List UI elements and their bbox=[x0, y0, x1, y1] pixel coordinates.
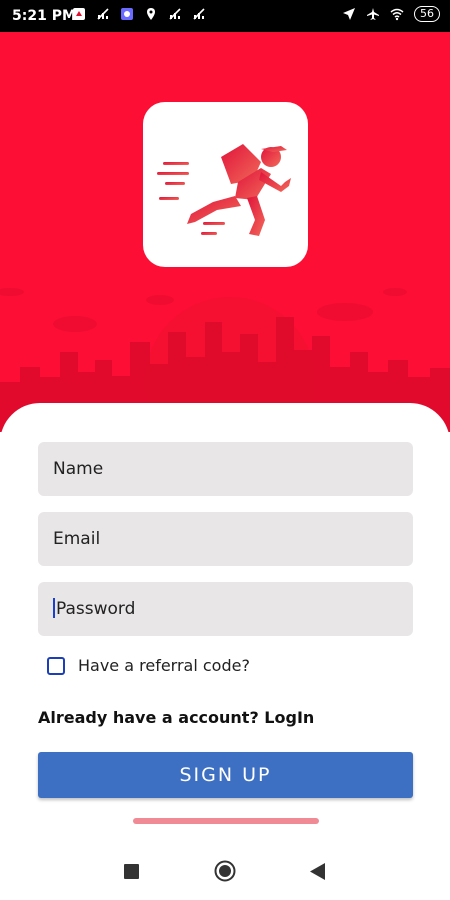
referral-label: Have a referral code? bbox=[78, 656, 250, 675]
battery-icon: 56 bbox=[414, 6, 440, 22]
home-circle-icon[interactable] bbox=[214, 860, 236, 882]
hero-banner bbox=[0, 32, 450, 432]
app-logo-card bbox=[143, 102, 308, 267]
status-bar: 5:21 PM 56 bbox=[0, 0, 450, 32]
location-arrow-icon bbox=[343, 8, 355, 20]
email-field[interactable]: Email bbox=[38, 512, 413, 566]
home-indicator bbox=[133, 818, 319, 824]
airplane-icon bbox=[367, 8, 379, 20]
text-cursor bbox=[53, 598, 55, 618]
app-badge-icon bbox=[121, 8, 133, 20]
status-time: 5:21 PM bbox=[12, 8, 76, 24]
signup-button[interactable]: SIGN UP bbox=[38, 752, 413, 798]
status-system-icons: 56 bbox=[342, 6, 440, 22]
wifi-icon bbox=[390, 8, 404, 21]
back-triangle-icon[interactable] bbox=[310, 863, 325, 880]
sim-no-signal-icon bbox=[169, 8, 181, 20]
navigation-bar bbox=[0, 840, 450, 900]
login-link[interactable]: Already have a account? LogIn bbox=[38, 708, 314, 727]
referral-checkbox[interactable] bbox=[47, 656, 65, 675]
sim-no-signal-icon bbox=[193, 8, 205, 20]
status-notification-icons bbox=[72, 7, 206, 21]
location-app-icon bbox=[147, 8, 155, 20]
name-field[interactable]: Name bbox=[38, 442, 413, 496]
password-placeholder: Password bbox=[56, 599, 136, 619]
sim-no-signal-icon bbox=[97, 8, 109, 20]
referral-checkbox-row[interactable]: Have a referral code? bbox=[47, 656, 250, 675]
notification-app-icon bbox=[73, 8, 85, 20]
delivery-runner-logo bbox=[157, 144, 291, 236]
password-field[interactable]: Password bbox=[38, 582, 413, 636]
name-placeholder: Name bbox=[53, 459, 104, 479]
recents-square-icon[interactable] bbox=[124, 864, 139, 879]
email-placeholder: Email bbox=[53, 529, 101, 549]
